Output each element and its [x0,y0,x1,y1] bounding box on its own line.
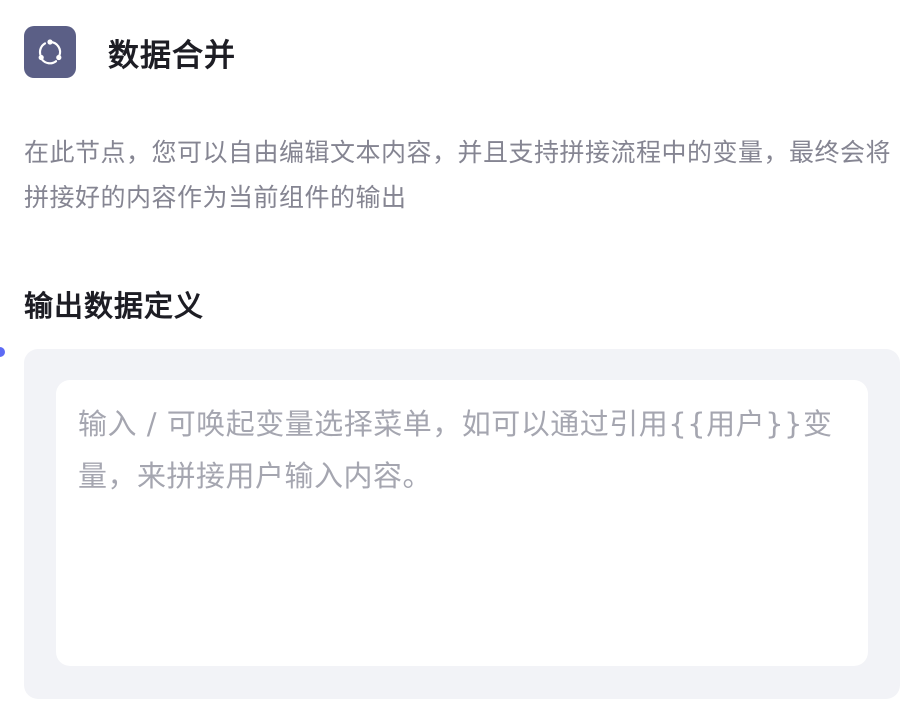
output-definition-panel: 输入 / 可唤起变量选择菜单，如可以通过引用{{用户}}变量，来拼接用户输入内容… [24,349,900,699]
template-text-editor[interactable]: 输入 / 可唤起变量选择菜单，如可以通过引用{{用户}}变量，来拼接用户输入内容… [56,380,868,666]
output-definition-label: 输出数据定义 [24,289,205,323]
node-header: 数据合并 [24,26,236,78]
editor-placeholder: 输入 / 可唤起变量选择菜单，如可以通过引用{{用户}}变量，来拼接用户输入内容… [78,407,833,493]
merge-data-node-panel: 数据合并 在此节点，您可以自由编辑文本内容，并且支持拼接流程中的变量，最终会将拼… [0,0,919,720]
loop-arrows-icon [24,26,76,78]
node-description: 在此节点，您可以自由编辑文本内容，并且支持拼接流程中的变量，最终会将拼接好的内容… [24,138,892,212]
node-title: 数据合并 [108,37,236,74]
connector-handle[interactable] [0,347,5,357]
